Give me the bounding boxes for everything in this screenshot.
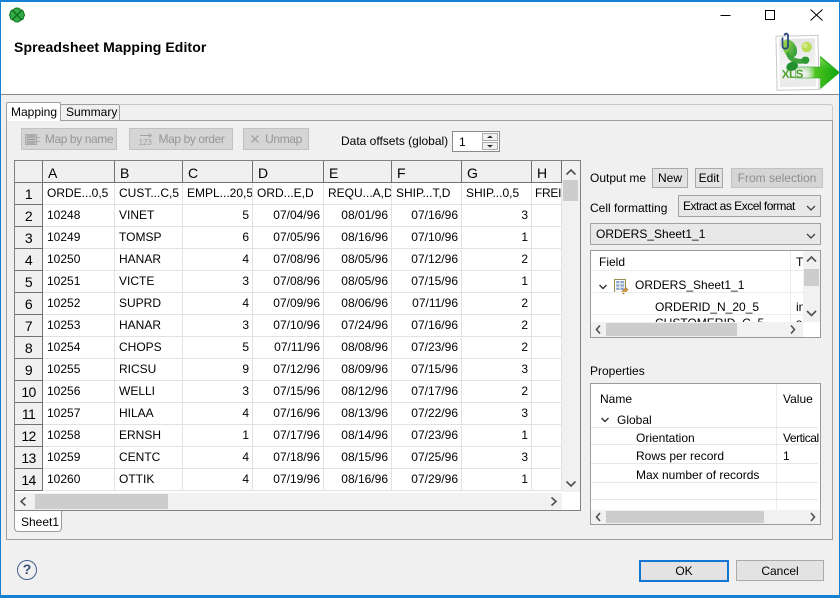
svg-text:XLS: XLS — [782, 69, 804, 81]
svg-text:123: 123 — [138, 137, 152, 146]
